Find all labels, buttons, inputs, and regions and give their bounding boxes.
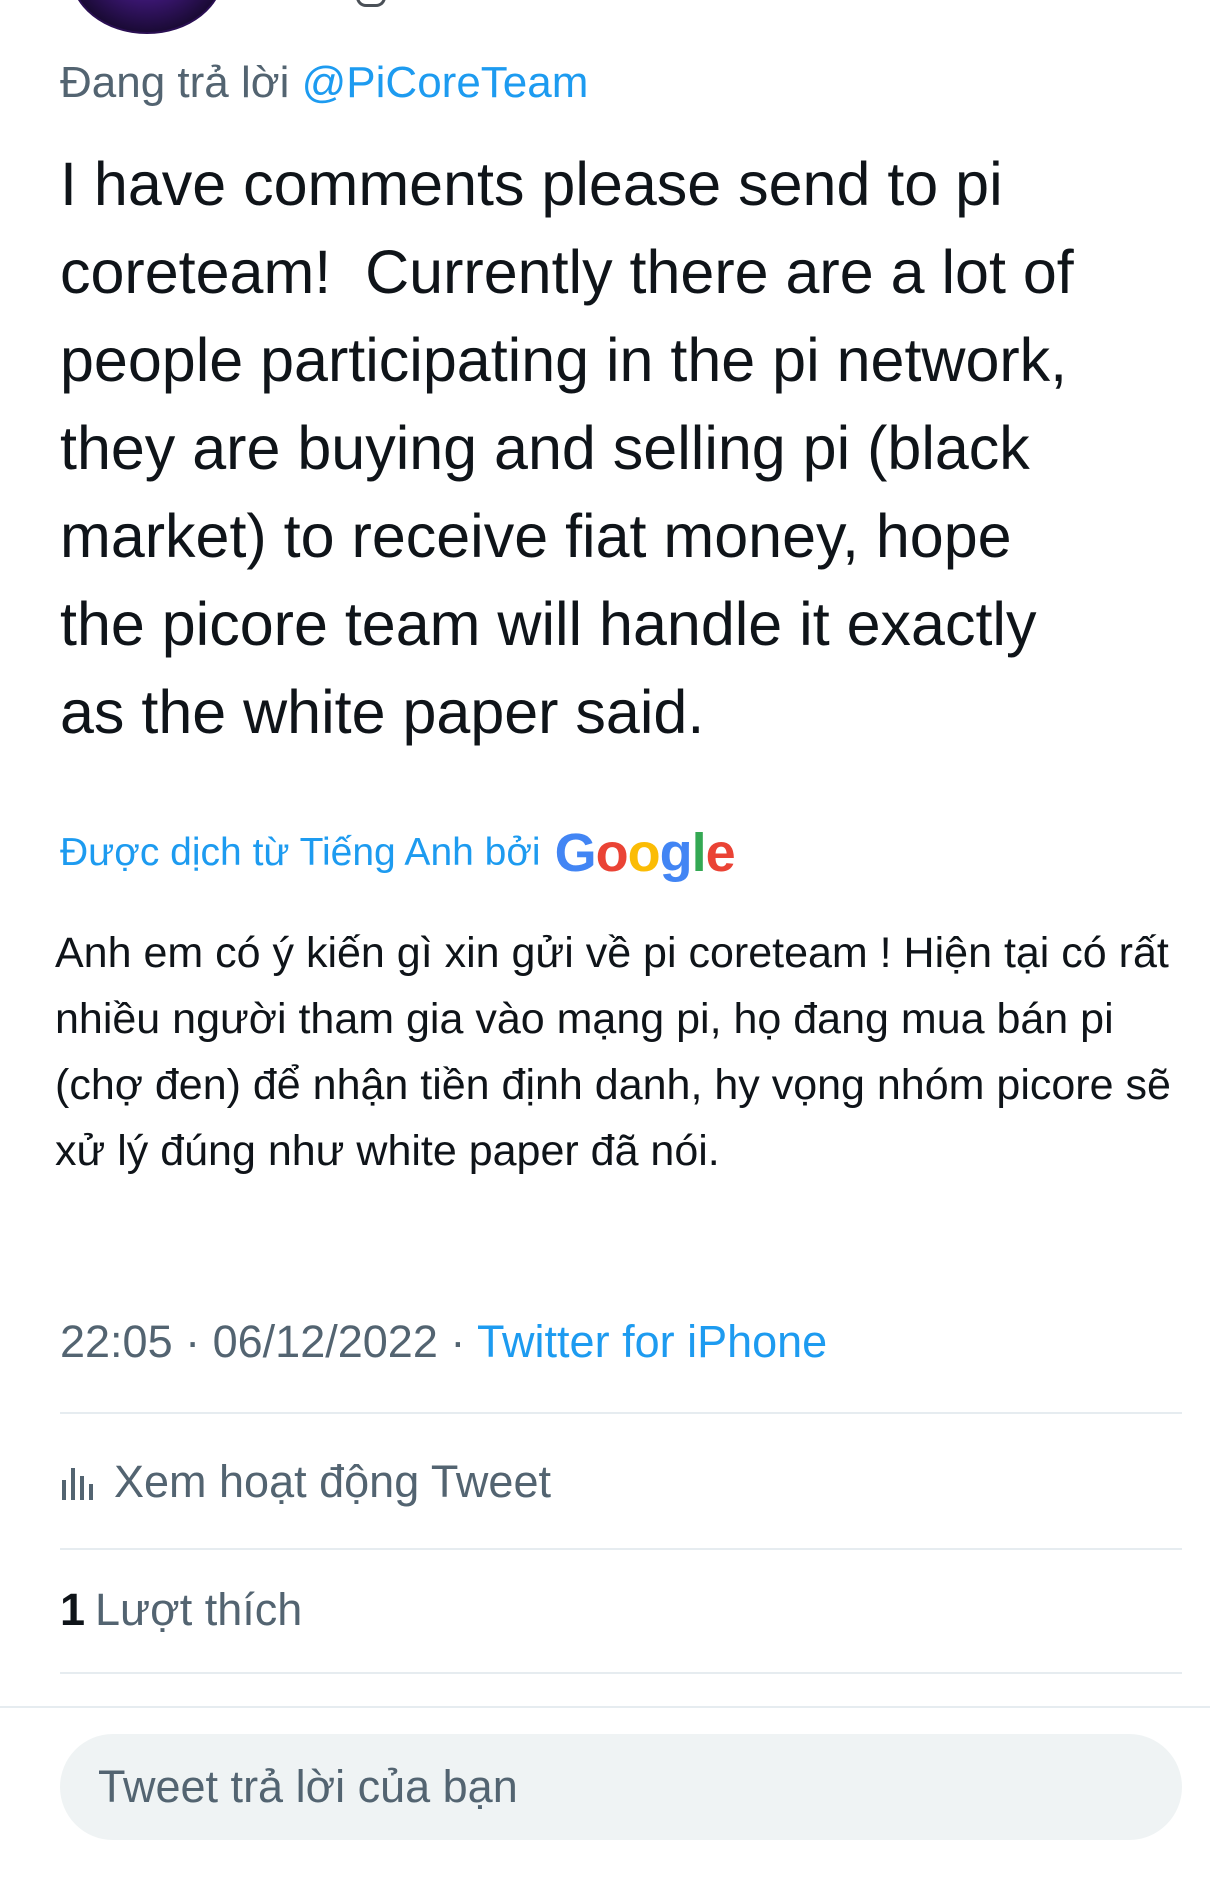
divider (60, 1412, 1182, 1414)
translated-text: Anh em có ý kiến gì xin gửi về pi corete… (55, 929, 1171, 1175)
likes-label: Lượt thích (95, 1584, 303, 1635)
reply-context: Đang trả lời @PiCoreTeam (60, 58, 588, 108)
tweet-text: I have comments please send to pi corete… (60, 150, 1074, 746)
google-logo: Google (554, 823, 736, 883)
tweet-source-link[interactable]: Twitter for iPhone (477, 1316, 827, 1367)
translation-attribution: Được dịch từ Tiếng Anh bởi Google (60, 822, 736, 884)
tweet-time[interactable]: 22:05 (60, 1316, 173, 1367)
tweet-activity-label: Xem hoạt động Tweet (114, 1456, 551, 1507)
likes-link[interactable]: 1 Lượt thích (60, 1584, 302, 1636)
avatar[interactable] (70, 0, 224, 34)
divider (60, 1672, 1182, 1674)
divider (0, 1706, 1210, 1708)
translation-label: Được dịch từ Tiếng Anh bởi (60, 831, 541, 874)
reply-input[interactable] (60, 1734, 1182, 1840)
meta-separator: · (437, 1316, 478, 1367)
tweet-meta: 22:05 · 06/12/2022 · Twitter for iPhone (60, 1316, 827, 1368)
tweet-activity-link[interactable]: Xem hoạt động Tweet (60, 1452, 551, 1512)
likes-count: 1 (60, 1584, 86, 1635)
reply-prefix: Đang trả lời (60, 58, 290, 107)
reply-handle-link[interactable]: @PiCoreTeam (302, 58, 589, 107)
meta-separator: · (172, 1316, 213, 1367)
author-name-partial (356, 0, 386, 7)
tweet-date[interactable]: 06/12/2022 (213, 1316, 438, 1367)
divider (60, 1548, 1182, 1550)
analytics-icon (62, 1468, 93, 1500)
